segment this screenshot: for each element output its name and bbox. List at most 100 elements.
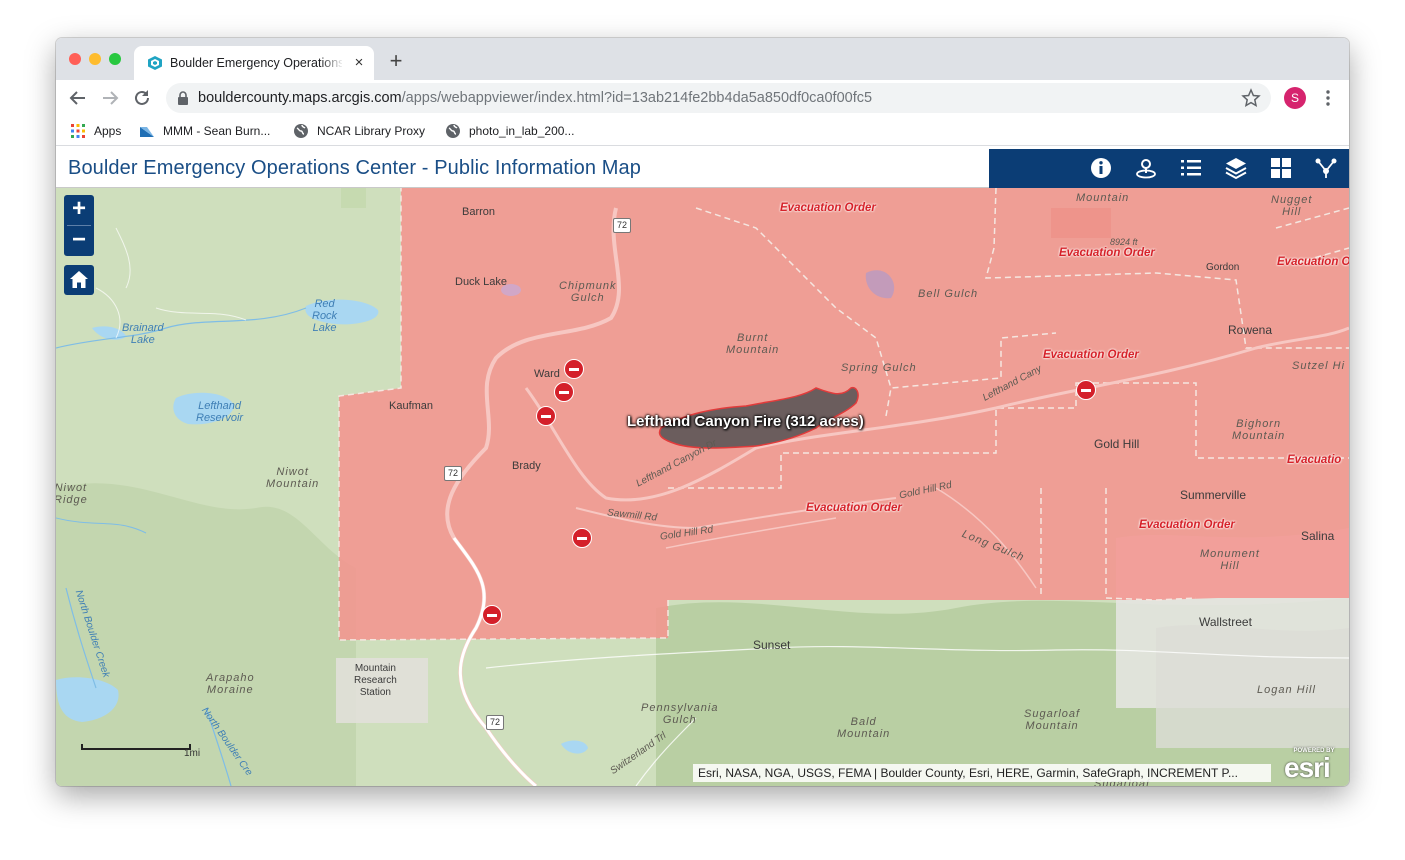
bookmark-label: photo_in_lab_200... [469, 124, 575, 138]
bookmark-label: NCAR Library Proxy [317, 124, 426, 138]
browser-window: Boulder Emergency Operations Center × + … [56, 38, 1349, 786]
globe-icon [446, 124, 460, 138]
place-label: Sutzel Hi [1292, 360, 1346, 372]
place-label: Duck Lake [455, 276, 507, 288]
place-label: Bighorn Mountain [1232, 418, 1286, 442]
zoom-control: + − [64, 195, 94, 256]
globe-icon [294, 124, 308, 138]
place-label: Burnt Mountain [726, 332, 780, 356]
url-text: bouldercounty.maps.arcgis.com/apps/webap… [198, 90, 872, 106]
road-closure-icon[interactable] [572, 528, 592, 548]
bookmark-star-icon[interactable] [1241, 88, 1261, 108]
place-label: Gordon [1206, 262, 1240, 273]
highway-shield: 72 [486, 715, 504, 730]
place-label: Niwot Ridge [56, 482, 88, 506]
legend-list-icon[interactable] [1179, 156, 1203, 180]
bookmark-label: Apps [94, 124, 122, 138]
place-label: Sugarloaf Mountain [1024, 708, 1081, 732]
place-label: Summerville [1180, 488, 1247, 502]
layers-icon[interactable] [1224, 156, 1248, 180]
place-label: Niwot Mountain [266, 466, 320, 490]
url-host: bouldercounty.maps.arcgis.com [198, 90, 402, 106]
road-closure-icon[interactable] [482, 605, 502, 625]
browser-tab[interactable]: Boulder Emergency Operations Center × [134, 46, 374, 80]
home-button[interactable] [64, 265, 94, 295]
app-header: Boulder Emergency Operations Center - Pu… [56, 149, 1349, 188]
road-closure-icon[interactable] [536, 406, 556, 426]
address-bar[interactable]: bouldercounty.maps.arcgis.com/apps/webap… [166, 83, 1271, 113]
tab-strip: Boulder Emergency Operations Center × + [56, 38, 1349, 80]
window-minimize-button[interactable] [89, 53, 101, 65]
place-label: Gold Hill [1094, 437, 1140, 451]
bookmark-mmm[interactable]: MMM - Sean Burn... [139, 122, 279, 140]
place-label: Rowena [1228, 323, 1273, 337]
arcgis-favicon-icon [148, 56, 162, 70]
page-title: Boulder Emergency Operations Center - Pu… [68, 157, 641, 179]
profile-avatar[interactable]: S [1284, 87, 1306, 109]
window-close-button[interactable] [69, 53, 81, 65]
zoom-in-button[interactable]: + [64, 195, 94, 225]
place-label: Arapaho Moraine [206, 672, 255, 696]
tab-close-icon[interactable]: × [350, 54, 368, 72]
evacuation-order-label: Evacuation Order [1139, 519, 1235, 531]
browser-toolbar: bouldercounty.maps.arcgis.com/apps/webap… [56, 80, 1349, 116]
place-label: Spring Gulch [841, 362, 917, 374]
basemap-gallery-icon[interactable] [1269, 156, 1293, 180]
window-maximize-button[interactable] [109, 53, 121, 65]
apps-grid-icon [71, 124, 85, 138]
new-tab-button[interactable]: + [384, 50, 408, 74]
tab-title: Boulder Emergency Operations Center [170, 56, 342, 70]
forward-arrow-icon[interactable] [99, 87, 121, 109]
mmm-favicon [140, 127, 154, 137]
place-label: Salina [1301, 529, 1335, 543]
lock-icon [178, 91, 188, 105]
place-label: Pennsylvania Gulch [641, 702, 719, 726]
basemap-graphics [56, 188, 1349, 786]
scale-label: 1mi [184, 748, 201, 759]
bookmark-photo[interactable]: photo_in_lab_200... [445, 122, 585, 140]
home-icon [70, 271, 88, 288]
locate-icon[interactable] [1134, 156, 1158, 180]
place-label: Ward [534, 368, 560, 380]
place-label: Logan Hill [1257, 684, 1316, 696]
place-label: Brainard Lake [122, 322, 164, 346]
share-icon[interactable] [1314, 156, 1338, 180]
place-label: Bell Gulch [918, 288, 979, 300]
map-view[interactable]: + − Barron Duck Lake Chipmunk Gulch Red … [56, 188, 1349, 786]
place-label: Sunset [753, 638, 791, 652]
place-label: Chipmunk Gulch [559, 280, 617, 304]
evacuation-order-label: Evacuation Order [1059, 247, 1155, 259]
back-arrow-icon[interactable] [67, 87, 89, 109]
bookmark-apps[interactable]: Apps [70, 122, 130, 140]
place-label: Barron [462, 206, 496, 218]
bookmarks-bar: Apps MMM - Sean Burn... NCAR Library Pro… [56, 116, 1349, 146]
place-label: Bald Mountain [837, 716, 891, 740]
widget-toolbar [989, 149, 1349, 188]
esri-logo: POWERED BY esri [1282, 748, 1346, 784]
scale-bar [81, 744, 191, 750]
map-attribution[interactable]: Esri, NASA, NGA, USGS, FEMA | Boulder Co… [693, 764, 1271, 782]
bookmark-ncar[interactable]: NCAR Library Proxy [293, 122, 433, 140]
reload-icon[interactable] [131, 87, 153, 109]
evacuation-order-label: Evacuation O [1277, 256, 1349, 268]
place-label: Mountain [1076, 192, 1130, 204]
info-icon[interactable] [1089, 156, 1113, 180]
evacuation-order-label: Evacuation Order [780, 202, 876, 214]
place-label: Kaufman [389, 400, 434, 412]
esri-wordmark: esri [1284, 752, 1331, 783]
place-label: Wallstreet [1199, 615, 1252, 629]
evacuation-order-label: Evacuation Order [1043, 349, 1139, 361]
evacuation-order-label: Evacuation Order [806, 502, 902, 514]
highway-shield: 72 [613, 218, 631, 233]
road-closure-icon[interactable] [1076, 380, 1096, 400]
place-label: Red Rock Lake [312, 298, 338, 334]
evacuation-order-label: Evacuatio [1287, 454, 1342, 466]
place-label: Brady [512, 460, 541, 472]
url-path: /apps/webappviewer/index.html?id=13ab214… [401, 90, 873, 106]
fire-perimeter-label[interactable]: Lefthand Canyon Fire (312 acres) [627, 413, 864, 430]
browser-menu-icon[interactable] [1318, 88, 1338, 108]
road-closure-icon[interactable] [564, 359, 584, 379]
road-closure-icon[interactable] [554, 382, 574, 402]
zoom-out-button[interactable]: − [64, 226, 94, 256]
tab-title-fade [320, 52, 344, 74]
